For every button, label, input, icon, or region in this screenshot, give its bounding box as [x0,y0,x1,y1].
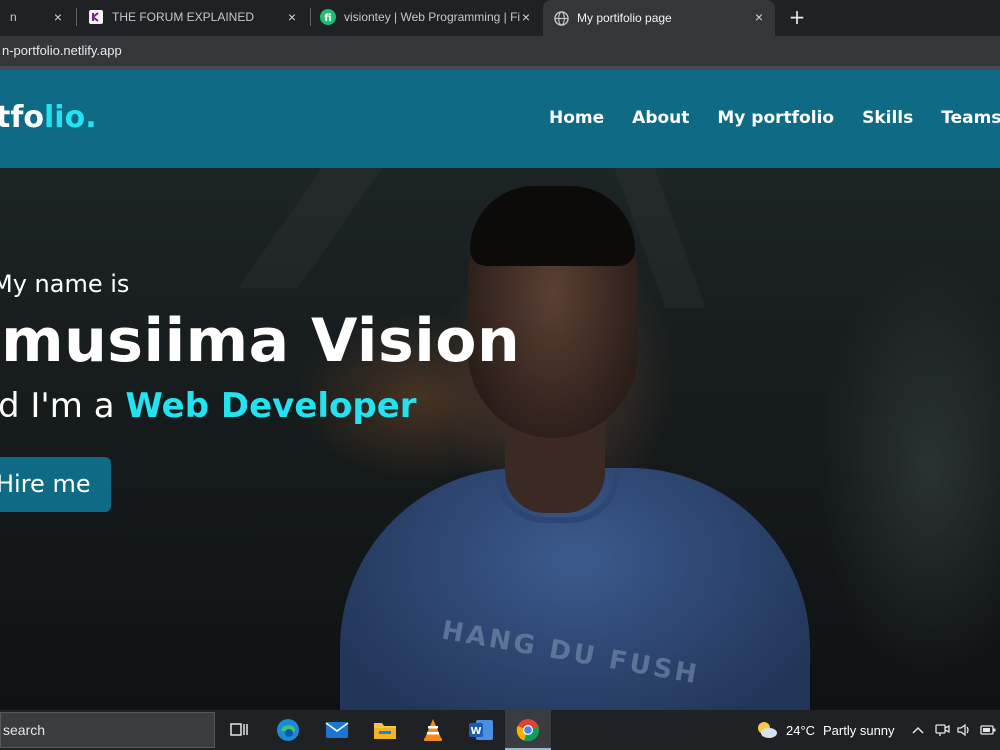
battery-icon[interactable] [980,722,996,738]
meet-now-icon[interactable] [934,722,950,738]
nav-my-portfolio[interactable]: My portfolio [717,108,834,128]
fiverr-favicon: fi [320,8,336,25]
nav-skills[interactable]: Skills [862,108,913,128]
volume-icon[interactable] [956,722,972,738]
hero-photo-hair [470,186,635,266]
nav-teams[interactable]: Teams [941,108,1000,128]
weather-partly-sunny-icon[interactable] [756,720,778,740]
site-nav: Home About My portfolio Skills Teams Co [549,108,1000,128]
svg-text:fi: fi [324,13,331,24]
site-logo[interactable]: tfolio. [0,100,97,135]
hero-section: HANG DU FUSH My name is imusiima Vision … [0,168,1000,710]
chrome-icon[interactable] [513,716,543,744]
file-explorer-icon[interactable] [370,716,400,744]
svg-text:W: W [470,726,481,737]
globe-icon [553,10,569,26]
task-view-icon[interactable] [224,716,254,744]
role-prefix: d I'm a [0,386,126,426]
tab-title: visiontey | Web Programming | Fi [344,9,521,24]
site-navbar: tfolio. Home About My portfolio Skills T… [0,70,1000,168]
tab-title: n [10,9,17,24]
chevron-up-icon[interactable] [910,722,926,738]
url-text[interactable]: n-portfolio.netlify.app [2,43,122,58]
tab-3-active[interactable]: My portifolio page × [543,0,775,36]
close-icon[interactable]: × [751,9,767,25]
hire-me-button[interactable]: Hire me [0,457,111,512]
windows-taskbar: search W 24°C Partly sunny [0,710,1000,750]
tab-2[interactable]: fi visiontey | Web Programming | Fi × [310,0,542,33]
weather-temperature[interactable]: 24°C [786,723,815,738]
tab-title: My portifolio page [577,11,672,25]
tab-0[interactable]: n × [0,0,74,33]
taskbar-search-input[interactable]: search [0,712,215,748]
tab-separator [76,8,77,26]
hero-intro: My name is [0,270,130,298]
address-bar[interactable]: n-portfolio.netlify.app [0,36,1000,66]
nav-home[interactable]: Home [549,108,604,128]
mail-icon[interactable] [322,716,352,744]
forum-favicon [88,9,104,25]
word-icon[interactable]: W [466,716,496,744]
hero-role: d I'm a Web Developer [0,386,417,426]
weather-condition[interactable]: Partly sunny [823,723,895,738]
background-beam [238,168,382,288]
close-icon[interactable]: × [518,9,534,25]
browser-tab-strip: n × THE FORUM EXPLAINED × fi visiontey |… [0,0,1000,36]
vlc-icon[interactable] [418,716,448,744]
close-icon[interactable]: × [50,9,66,25]
logo-accent: lio. [44,100,97,135]
close-icon[interactable]: × [284,9,300,25]
tab-title: THE FORUM EXPLAINED [112,9,255,24]
tab-1[interactable]: THE FORUM EXPLAINED × [78,0,308,33]
role-highlight: Web Developer [125,386,417,426]
new-tab-button[interactable]: + [786,6,808,28]
edge-icon[interactable] [273,716,303,744]
web-page: tfolio. Home About My portfolio Skills T… [0,70,1000,710]
nav-about[interactable]: About [632,108,689,128]
hero-name: imusiima Vision [0,306,521,376]
logo-main: tfo [0,100,45,135]
